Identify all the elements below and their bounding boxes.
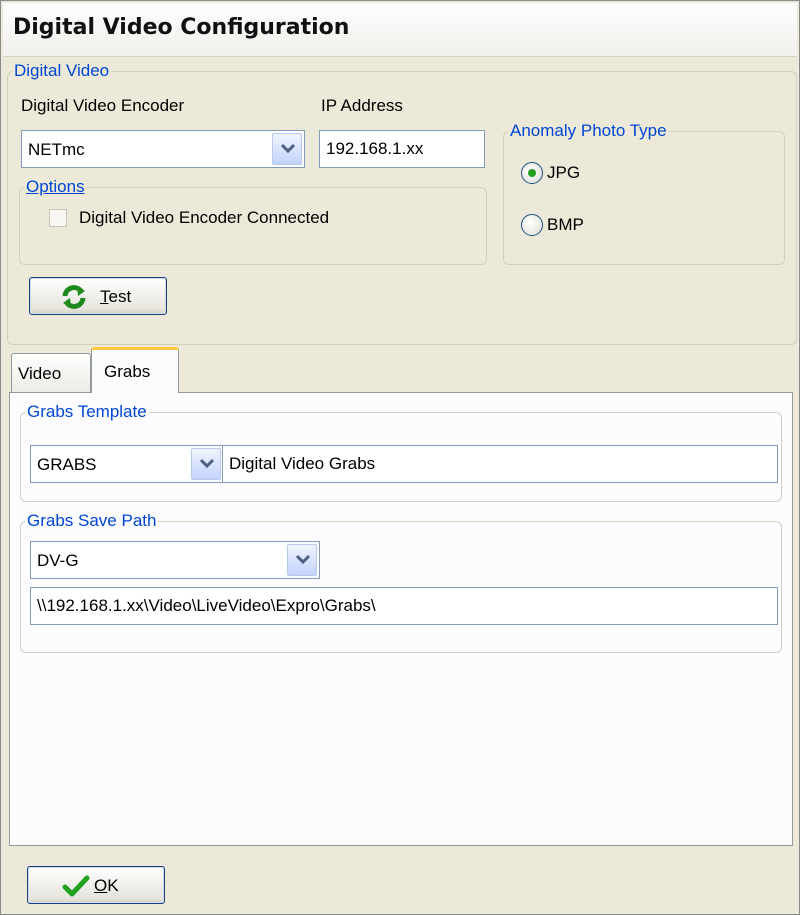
- radio-selected-dot: [528, 169, 536, 177]
- grabs-template-description[interactable]: [223, 446, 777, 482]
- tab-video[interactable]: Video: [11, 353, 91, 393]
- dialog-window: Digital Video Configuration Digital Vide…: [0, 0, 800, 915]
- save-path-field[interactable]: [30, 587, 778, 625]
- test-button[interactable]: Test: [29, 277, 167, 315]
- grabs-template-description-field[interactable]: [222, 445, 778, 483]
- grabs-tab-panel: Grabs Template GRABS Grabs Save Path DV-…: [9, 392, 793, 846]
- jpg-radio[interactable]: [521, 162, 543, 184]
- save-path-input[interactable]: [31, 588, 777, 624]
- footer-bar: OK: [3, 846, 797, 912]
- ok-button-label: OK: [94, 876, 119, 896]
- digital-video-group-label: Digital Video: [14, 61, 110, 80]
- anomaly-photo-group-label: Anomaly Photo Type: [510, 121, 667, 140]
- tab-strip: Video Grabs: [3, 347, 797, 393]
- encoder-connected-checkbox[interactable]: [49, 209, 67, 227]
- bmp-label: BMP: [547, 215, 584, 234]
- encoder-connected-label: Digital Video Encoder Connected: [79, 208, 330, 227]
- jpg-label: JPG: [547, 163, 581, 182]
- tab-grabs[interactable]: Grabs: [91, 347, 179, 393]
- tab-grabs-label: Grabs: [104, 362, 151, 381]
- grabs-template-code: GRABS: [37, 455, 97, 474]
- encoder-combobox[interactable]: NETmc: [21, 130, 305, 168]
- grabs-save-path-group-label: Grabs Save Path: [27, 511, 157, 530]
- ok-label-rest: K: [107, 876, 119, 895]
- chevron-down-icon[interactable]: [191, 448, 221, 480]
- options-label-text: Options: [26, 177, 85, 196]
- chevron-down-icon[interactable]: [272, 133, 302, 165]
- options-group-label: Options: [24, 177, 87, 197]
- ip-address-field[interactable]: [319, 130, 485, 168]
- refresh-icon: [60, 283, 88, 316]
- encoder-label: Digital Video Encoder: [21, 96, 185, 115]
- ip-address-input[interactable]: [320, 131, 484, 167]
- grabs-template-group-label: Grabs Template: [27, 402, 147, 421]
- ip-address-label: IP Address: [321, 96, 403, 115]
- bmp-radio[interactable]: [521, 214, 543, 236]
- test-button-label: Test: [100, 287, 131, 307]
- anomaly-photo-group: Anomaly Photo Type: [503, 121, 785, 265]
- encoder-value: NETmc: [28, 140, 85, 159]
- grabs-template-combobox[interactable]: GRABS: [30, 445, 224, 483]
- tab-video-label: Video: [18, 364, 62, 383]
- test-mnemonic: T: [100, 287, 109, 306]
- grabs-save-path-group: Grabs Save Path: [20, 511, 782, 653]
- digital-video-section: Digital Video Digital Video Encoder IP A…: [3, 57, 797, 347]
- test-label-rest: est: [108, 287, 132, 306]
- checkmark-icon: [62, 874, 90, 903]
- save-location-value: DV-G: [37, 551, 79, 570]
- title-bar[interactable]: Digital Video Configuration: [3, 3, 797, 57]
- ok-mnemonic: O: [94, 876, 108, 895]
- window-title: Digital Video Configuration: [13, 15, 350, 40]
- chevron-down-icon[interactable]: [287, 544, 317, 576]
- ok-button[interactable]: OK: [27, 866, 165, 904]
- save-location-combobox[interactable]: DV-G: [30, 541, 320, 579]
